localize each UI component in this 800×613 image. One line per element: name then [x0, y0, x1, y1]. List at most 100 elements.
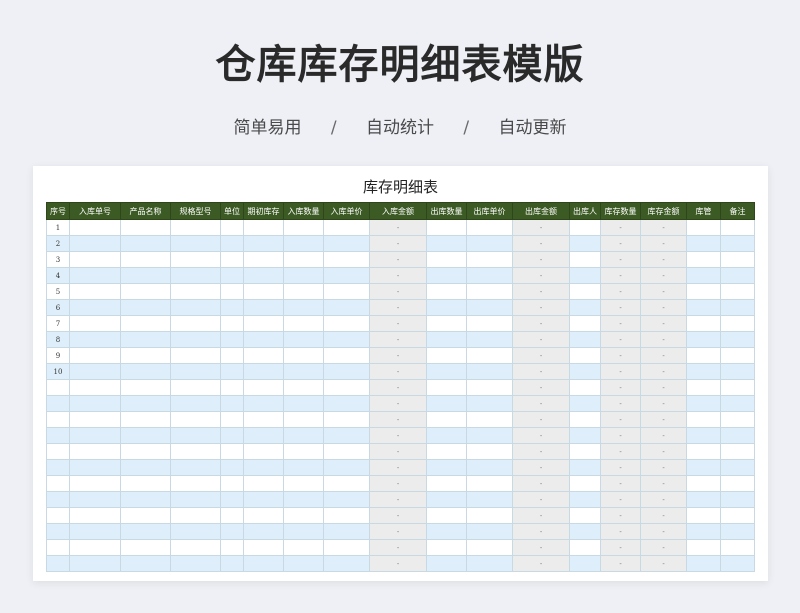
computed-cell[interactable]: -	[640, 299, 687, 316]
computed-cell[interactable]: -	[640, 283, 687, 300]
computed-cell[interactable]: -	[369, 475, 427, 492]
table-cell[interactable]	[170, 299, 221, 316]
table-cell[interactable]	[569, 235, 601, 252]
table-cell[interactable]	[243, 347, 284, 364]
computed-cell[interactable]: -	[640, 555, 687, 572]
computed-cell[interactable]: -	[640, 347, 687, 364]
computed-cell[interactable]: -	[512, 347, 570, 364]
table-cell[interactable]	[283, 491, 324, 508]
table-cell[interactable]	[720, 539, 755, 556]
table-cell[interactable]	[120, 315, 171, 332]
table-cell[interactable]	[283, 523, 324, 540]
table-cell[interactable]	[170, 267, 221, 284]
computed-cell[interactable]: -	[600, 507, 641, 524]
table-cell[interactable]	[686, 299, 721, 316]
table-cell[interactable]	[283, 251, 324, 268]
table-cell[interactable]	[69, 523, 121, 540]
table-cell[interactable]	[170, 507, 221, 524]
table-cell[interactable]	[686, 459, 721, 476]
table-cell[interactable]	[569, 539, 601, 556]
table-cell[interactable]	[569, 411, 601, 428]
table-cell[interactable]	[466, 459, 513, 476]
table-cell[interactable]	[243, 523, 284, 540]
table-cell[interactable]	[69, 459, 121, 476]
computed-cell[interactable]: -	[512, 331, 570, 348]
table-cell[interactable]	[323, 283, 370, 300]
table-cell[interactable]	[569, 475, 601, 492]
computed-cell[interactable]: -	[600, 331, 641, 348]
table-cell[interactable]	[283, 507, 324, 524]
serial-number-cell[interactable]	[46, 459, 70, 476]
table-cell[interactable]	[220, 507, 244, 524]
computed-cell[interactable]: -	[369, 315, 427, 332]
table-cell[interactable]	[120, 283, 171, 300]
table-cell[interactable]	[283, 363, 324, 380]
table-cell[interactable]	[466, 251, 513, 268]
table-cell[interactable]	[686, 379, 721, 396]
table-cell[interactable]	[283, 555, 324, 572]
table-cell[interactable]	[686, 331, 721, 348]
table-cell[interactable]	[686, 411, 721, 428]
table-cell[interactable]	[170, 475, 221, 492]
table-cell[interactable]	[220, 427, 244, 444]
computed-cell[interactable]: -	[369, 267, 427, 284]
computed-cell[interactable]: -	[640, 459, 687, 476]
table-cell[interactable]	[283, 299, 324, 316]
table-cell[interactable]	[120, 523, 171, 540]
table-cell[interactable]	[243, 283, 284, 300]
serial-number-cell[interactable]: 7	[46, 315, 70, 332]
serial-number-cell[interactable]: 10	[46, 363, 70, 380]
computed-cell[interactable]: -	[640, 235, 687, 252]
table-cell[interactable]	[323, 539, 370, 556]
table-cell[interactable]	[243, 379, 284, 396]
table-cell[interactable]	[426, 459, 467, 476]
table-cell[interactable]	[323, 315, 370, 332]
table-cell[interactable]	[569, 459, 601, 476]
table-cell[interactable]	[569, 331, 601, 348]
table-cell[interactable]	[323, 459, 370, 476]
computed-cell[interactable]: -	[640, 539, 687, 556]
table-cell[interactable]	[170, 315, 221, 332]
table-cell[interactable]	[120, 491, 171, 508]
table-cell[interactable]	[220, 347, 244, 364]
table-cell[interactable]	[323, 427, 370, 444]
table-cell[interactable]	[323, 491, 370, 508]
computed-cell[interactable]: -	[600, 347, 641, 364]
computed-cell[interactable]: -	[369, 283, 427, 300]
computed-cell[interactable]: -	[640, 219, 687, 236]
table-cell[interactable]	[720, 347, 755, 364]
serial-number-cell[interactable]	[46, 443, 70, 460]
table-cell[interactable]	[283, 347, 324, 364]
computed-cell[interactable]: -	[369, 379, 427, 396]
computed-cell[interactable]: -	[600, 523, 641, 540]
table-cell[interactable]	[686, 507, 721, 524]
table-cell[interactable]	[120, 363, 171, 380]
computed-cell[interactable]: -	[369, 299, 427, 316]
table-cell[interactable]	[243, 331, 284, 348]
table-cell[interactable]	[243, 507, 284, 524]
table-cell[interactable]	[686, 443, 721, 460]
table-cell[interactable]	[120, 427, 171, 444]
table-cell[interactable]	[426, 523, 467, 540]
table-cell[interactable]	[426, 491, 467, 508]
serial-number-cell[interactable]	[46, 427, 70, 444]
table-cell[interactable]	[170, 523, 221, 540]
table-cell[interactable]	[686, 347, 721, 364]
serial-number-cell[interactable]: 1	[46, 219, 70, 236]
table-cell[interactable]	[720, 379, 755, 396]
table-cell[interactable]	[466, 523, 513, 540]
table-cell[interactable]	[283, 475, 324, 492]
computed-cell[interactable]: -	[640, 475, 687, 492]
computed-cell[interactable]: -	[600, 379, 641, 396]
table-cell[interactable]	[120, 219, 171, 236]
computed-cell[interactable]: -	[512, 363, 570, 380]
computed-cell[interactable]: -	[600, 459, 641, 476]
computed-cell[interactable]: -	[369, 347, 427, 364]
table-cell[interactable]	[170, 331, 221, 348]
computed-cell[interactable]: -	[512, 491, 570, 508]
table-cell[interactable]	[69, 251, 121, 268]
table-cell[interactable]	[569, 363, 601, 380]
table-cell[interactable]	[283, 443, 324, 460]
table-cell[interactable]	[170, 379, 221, 396]
computed-cell[interactable]: -	[600, 475, 641, 492]
